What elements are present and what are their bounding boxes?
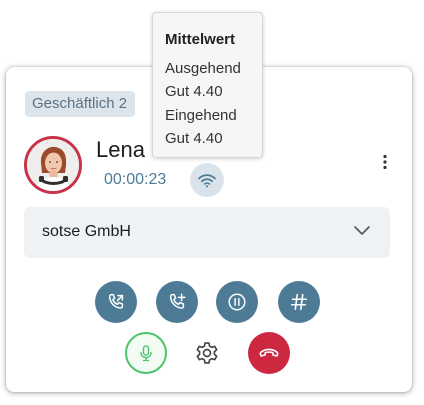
company-select[interactable]: sotse GmbH	[24, 207, 390, 258]
tooltip-line: Gut 4.40	[165, 83, 223, 100]
tooltip-line: Ausgehend	[165, 59, 241, 77]
more-options-button[interactable]	[377, 150, 393, 174]
wifi-icon	[198, 174, 216, 188]
hold-call-button[interactable]	[216, 281, 258, 323]
gear-icon	[196, 342, 218, 364]
transfer-call-button[interactable]	[95, 281, 137, 323]
phone-transfer-icon	[108, 293, 124, 309]
company-select-value: sotse GmbH	[42, 223, 131, 240]
settings-button[interactable]	[188, 334, 226, 372]
hash-icon	[290, 293, 308, 311]
tooltip-line: Gut 4.40	[165, 130, 223, 147]
call-quality-button[interactable]	[190, 163, 224, 197]
call-quality-tooltip: Mittelwert Ausgehend Gut 4.40 Eingehend …	[152, 12, 263, 158]
phone-hangup-icon	[259, 348, 279, 357]
pause-icon	[228, 293, 246, 311]
tooltip-title: Mittelwert	[165, 31, 236, 48]
keypad-button[interactable]	[278, 281, 320, 323]
call-duration: 00:00:23	[104, 171, 167, 188]
call-widget: Geschäftlich 2 Lena 00:00:23 sotse GmbH …	[0, 0, 424, 405]
mute-microphone-button[interactable]	[125, 332, 167, 374]
line-tag: Geschäftlich 2	[25, 91, 136, 117]
add-call-button[interactable]	[156, 281, 198, 323]
more-vertical-icon	[383, 154, 387, 170]
microphone-icon	[140, 345, 152, 362]
avatar	[24, 136, 82, 194]
caller-name: Lena	[96, 137, 145, 162]
phone-add-icon	[169, 293, 186, 309]
hangup-button[interactable]	[248, 332, 290, 374]
chevron-down-icon	[354, 226, 370, 235]
tooltip-line: Eingehend	[165, 106, 237, 124]
